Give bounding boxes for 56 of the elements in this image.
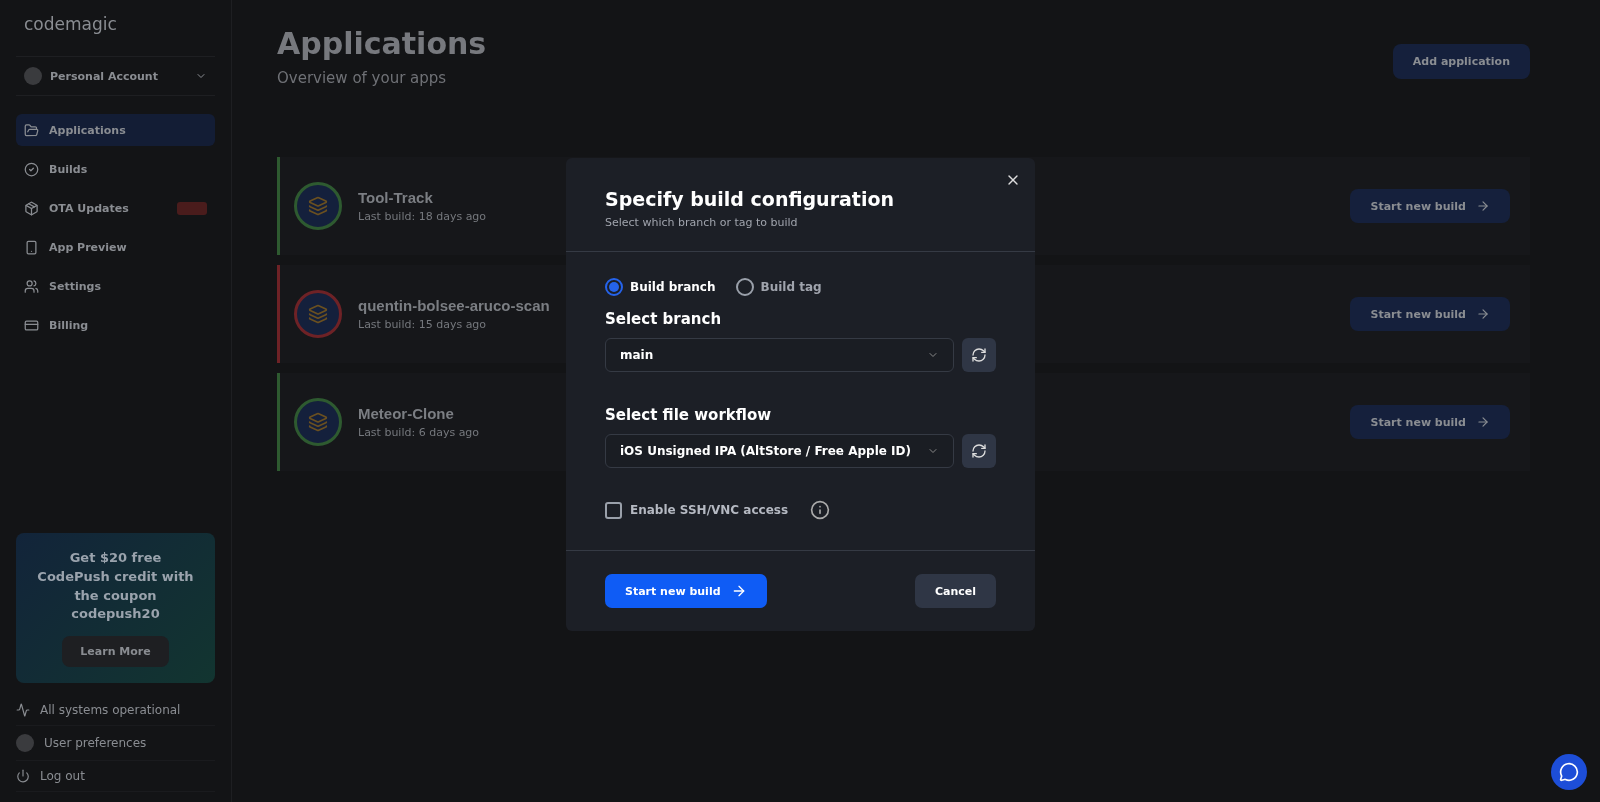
status-text[interactable]: All systems operational xyxy=(40,703,181,717)
avatar-icon xyxy=(16,734,34,752)
phone-icon xyxy=(24,239,39,255)
workflow-label: Select file workflow xyxy=(605,406,773,424)
codemagic-logo: codemagic xyxy=(23,14,118,34)
dialog-title: Specify build configuration xyxy=(605,188,895,210)
app-name[interactable]: Meteor-Clone xyxy=(358,405,480,422)
branch-select[interactable]: main xyxy=(605,338,954,372)
promo-text: Get $20 free CodePush credit with the coupon codepush20 xyxy=(36,548,195,624)
last-build-text: Last build: 15 days ago xyxy=(358,318,488,331)
last-build-text: Last build: 18 days ago xyxy=(358,210,487,223)
package-icon xyxy=(24,200,39,216)
preferences-link[interactable]: User preferences xyxy=(44,736,147,750)
branch-label: Select branch xyxy=(605,310,723,328)
cancel-button[interactable]: Cancel xyxy=(914,574,996,608)
refresh-button[interactable] xyxy=(962,338,996,372)
start-build-button[interactable]: Start new build xyxy=(605,574,767,608)
nav-item[interactable]: App Preview xyxy=(16,231,215,263)
nav-item[interactable]: Builds xyxy=(16,153,215,185)
last-build-text: Last build: 6 days ago xyxy=(358,426,480,439)
nav-item[interactable]: Applications xyxy=(16,114,215,146)
refresh-icon xyxy=(971,443,987,459)
page-title: Applications xyxy=(277,26,487,61)
dialog-subtitle: Select which branch or tag to build xyxy=(605,216,799,229)
workflow-select[interactable]: iOS Unsigned IPA (AltStore / Free Apple ID) xyxy=(605,434,954,468)
info-icon[interactable] xyxy=(810,500,831,520)
page-subtitle: Overview of your apps xyxy=(277,69,448,87)
start-build-button[interactable]: Start new build xyxy=(1350,297,1510,331)
add-application-button[interactable]: Add application xyxy=(1392,44,1530,79)
card-icon xyxy=(24,317,39,333)
status-icon xyxy=(16,703,30,717)
start-build-button[interactable]: Start new build xyxy=(1350,405,1510,439)
radio-option[interactable]: Build tag xyxy=(735,278,822,296)
nav-item[interactable]: OTA Updates xyxy=(16,192,215,224)
chat-icon xyxy=(1559,762,1579,782)
app-icon xyxy=(294,398,342,446)
folder-icon xyxy=(24,122,39,138)
check-circle-icon xyxy=(24,161,39,177)
refresh-icon xyxy=(971,347,987,363)
learn-more-button[interactable]: Learn More xyxy=(62,636,169,668)
app-name[interactable]: quentin-bolsee-aruco-scan xyxy=(358,297,550,314)
users-icon xyxy=(24,278,39,294)
account-switcher[interactable]: Personal Account xyxy=(16,56,215,96)
start-build-button[interactable]: Start new build xyxy=(1350,189,1510,223)
nav-item[interactable]: Settings xyxy=(16,270,215,302)
radio-option[interactable]: Build branch xyxy=(605,278,716,296)
logout-link[interactable]: Log out xyxy=(40,769,85,783)
app-icon xyxy=(294,182,342,230)
refresh-button[interactable] xyxy=(962,434,996,468)
chat-button[interactable] xyxy=(1551,754,1587,790)
app-icon xyxy=(294,290,342,338)
ssh-checkbox[interactable]: Enable SSH/VNC access xyxy=(605,501,789,519)
nav-item[interactable]: Billing xyxy=(16,309,215,341)
app-name[interactable]: Tool-Track xyxy=(358,189,487,206)
power-icon xyxy=(16,769,30,783)
avatar-icon xyxy=(24,67,42,85)
